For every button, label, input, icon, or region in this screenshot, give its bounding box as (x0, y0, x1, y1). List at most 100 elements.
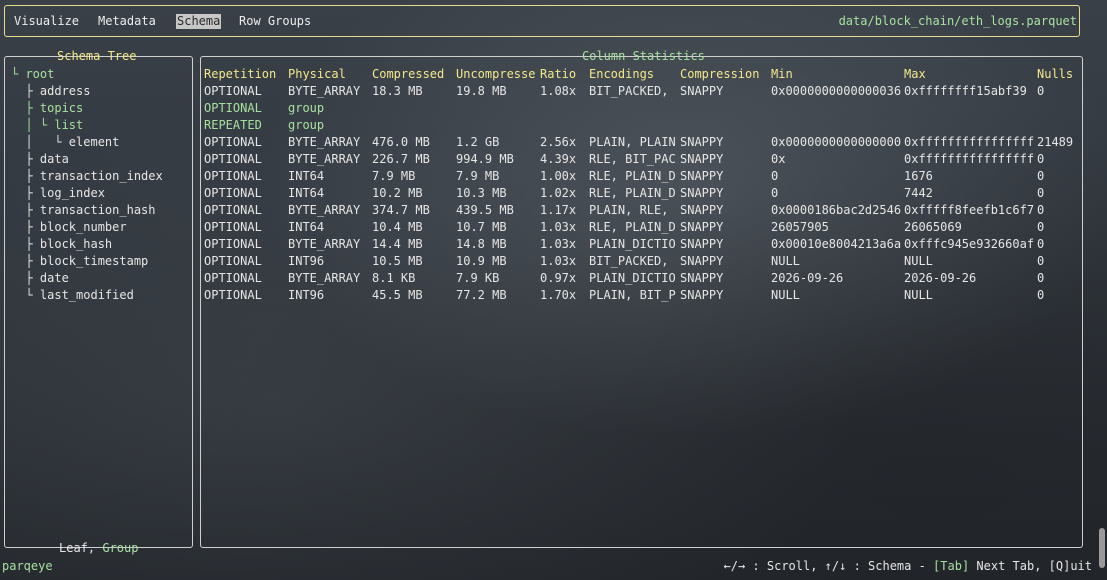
schema-tree-row[interactable]: ├ date (11, 270, 68, 287)
stat-cell-encodings: BIT_PACKED, (589, 254, 669, 268)
help-scroll: ←/→ : Scroll, ↑/↓ : Schema - (723, 559, 934, 573)
tree-node-name: transaction_hash (39, 203, 156, 217)
stat-cell-min: 26057905 (771, 220, 829, 234)
tree-connector: ├ (11, 220, 40, 234)
stat-cell-compression: SNAPPY (680, 220, 724, 234)
stat-cell-repetition: OPTIONAL (204, 101, 262, 115)
schema-tree-row[interactable]: ├ block_number (11, 219, 126, 236)
column-header-max: Max (904, 67, 926, 81)
stat-cell-physical: BYTE_ARRAY (288, 203, 361, 217)
column-statistics-title: Column Statistics (582, 49, 705, 63)
stat-cell-compression (680, 117, 771, 134)
stat-cell-max: 0xffffffff15abf39 (904, 84, 1027, 98)
stat-cell-compressed: 18.3 MB (372, 84, 423, 98)
stat-cell-max (904, 117, 1037, 134)
legend-group: Group (102, 541, 139, 555)
tree-node-name: data (39, 152, 69, 166)
stat-cell-ratio: 1.03x (540, 220, 577, 234)
stat-cell-nulls: 0 (1037, 203, 1045, 217)
stat-cell-compressed (372, 100, 456, 117)
tree-node-name: block_timestamp (39, 254, 149, 268)
stat-cell-physical: BYTE_ARRAY (288, 135, 361, 149)
stat-cell-ratio: 1.02x (540, 186, 577, 200)
schema-tree-row[interactable]: ├ data (11, 151, 69, 168)
column-header-nulls: Nulls (1037, 67, 1074, 81)
tree-connector: ├ (11, 101, 40, 115)
stat-cell-uncompressed: 14.8 MB (456, 237, 507, 251)
schema-tree-title: Schema Tree (57, 49, 137, 63)
stat-cell-min: 0x0000000000000036 (771, 84, 902, 98)
stat-cell-ratio (540, 117, 589, 134)
tab-row-groups[interactable]: Row Groups (239, 14, 311, 29)
stat-cell-min: 2026-09-26 (771, 271, 844, 285)
stat-cell-compression: SNAPPY (680, 186, 724, 200)
column-header-min: Min (771, 67, 793, 81)
tree-connector: ├ (11, 186, 40, 200)
stat-cell-compression: SNAPPY (680, 152, 724, 166)
schema-tree-row[interactable]: │ └ element (11, 134, 119, 151)
stat-cell-min: 0 (771, 186, 779, 200)
tree-node-name: element (68, 135, 120, 149)
window-scrollbar[interactable] (1099, 528, 1105, 568)
schema-tree-row[interactable]: │ └ list (11, 117, 83, 134)
stat-cell-compressed: 7.9 MB (372, 169, 416, 183)
stat-cell-uncompressed: 7.9 KB (456, 271, 500, 285)
stat-cell-encodings: PLAIN_DICTIO (589, 237, 676, 251)
stat-cell-physical: BYTE_ARRAY (288, 237, 361, 251)
stat-cell-repetition: OPTIONAL (204, 135, 262, 149)
stat-cell-nulls: 0 (1037, 186, 1045, 200)
stat-cell-compression: SNAPPY (680, 135, 724, 149)
stat-cell-repetition: OPTIONAL (204, 254, 262, 268)
tree-node-name: root (25, 67, 55, 81)
schema-tree-row[interactable]: ├ address (11, 83, 90, 100)
stat-cell-compressed: 8.1 KB (372, 271, 416, 285)
stat-cell-physical: INT64 (288, 169, 325, 183)
stat-cell-encodings: RLE, PLAIN_D (589, 220, 676, 234)
stat-cell-min: 0x0000000000000000 (771, 135, 902, 149)
schema-tree-row[interactable]: ├ log_index (11, 185, 105, 202)
stat-cell-compressed: 45.5 MB (372, 288, 423, 302)
stat-cell-ratio: 1.08x (540, 84, 577, 98)
schema-tree-row[interactable]: ├ transaction_hash (11, 202, 156, 219)
legend-separator: , (87, 541, 103, 555)
tree-connector: ├ (11, 237, 40, 251)
schema-tree-row[interactable]: ├ block_timestamp (11, 253, 148, 270)
schema-legend: Leaf, Group (57, 541, 140, 555)
legend-leaf: Leaf (59, 541, 88, 555)
stat-cell-ratio: 1.17x (540, 203, 577, 217)
stat-cell-compression: SNAPPY (680, 254, 724, 268)
stat-cell-compression: SNAPPY (680, 203, 724, 217)
schema-tree-row[interactable]: └ last_modified (11, 287, 133, 304)
stat-cell-physical: BYTE_ARRAY (288, 271, 361, 285)
tab-visualize[interactable]: Visualize (14, 14, 79, 29)
tree-node-name: topics (39, 101, 84, 115)
column-header-uncompressed: Uncompresse (456, 67, 536, 81)
stat-cell-max (904, 100, 1037, 117)
schema-tree-row[interactable]: ├ transaction_index (11, 168, 162, 185)
stat-cell-compressed: 10.5 MB (372, 254, 423, 268)
stat-cell-physical: INT96 (288, 288, 325, 302)
stat-cell-encodings: PLAIN, PLAIN (589, 135, 676, 149)
stat-cell-encodings: BIT_PACKED, (589, 84, 669, 98)
tree-node-name: address (39, 84, 91, 98)
stat-cell-max: 1676 (904, 169, 933, 183)
stat-cell-uncompressed: 439.5 MB (456, 203, 514, 217)
stat-cell-ratio (540, 100, 589, 117)
tab-metadata[interactable]: Metadata (98, 14, 156, 29)
stat-cell-min: 0x (771, 152, 786, 166)
stat-cell-min: 0x0000186bac2d2546 (771, 203, 902, 217)
stat-cell-min (771, 117, 904, 134)
stat-cell-encodings: PLAIN, BIT_P (589, 288, 676, 302)
tab-schema[interactable]: Schema (176, 14, 222, 29)
stat-cell-uncompressed: 7.9 MB (456, 169, 500, 183)
file-path: data/block_chain/eth_logs.parquet (838, 14, 1077, 28)
schema-tree-row[interactable]: ├ topics (11, 100, 83, 117)
stat-cell-compression: SNAPPY (680, 84, 724, 98)
stat-cell-uncompressed: 1.2 GB (456, 135, 500, 149)
schema-tree-row[interactable]: └ root (11, 66, 54, 83)
stat-cell-repetition: OPTIONAL (204, 169, 262, 183)
schema-tree-row[interactable]: ├ block_hash (11, 236, 112, 253)
stat-cell-nulls: 0 (1037, 288, 1045, 302)
stat-cell-encodings: RLE, BIT_PAC (589, 152, 676, 166)
stat-cell-min: 0x00010e8004213a6a (771, 237, 902, 251)
